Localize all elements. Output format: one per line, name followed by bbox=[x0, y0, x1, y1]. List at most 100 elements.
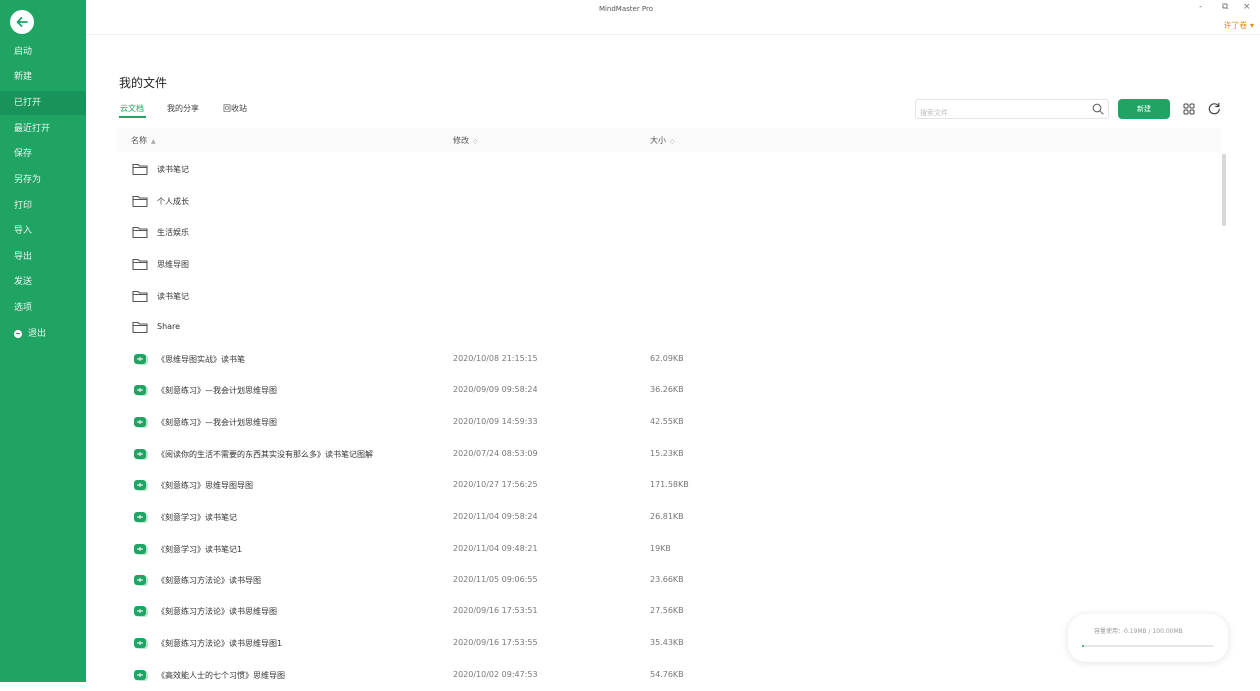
row-date: 2020/07/24 08:53:09 bbox=[453, 449, 538, 458]
refresh-icon[interactable] bbox=[1208, 102, 1221, 115]
row-size: 35.43KB bbox=[650, 638, 684, 647]
restore-button[interactable]: ⧉ bbox=[1222, 2, 1228, 12]
sidebar-item-label: 导入 bbox=[14, 226, 33, 236]
sidebar-item-export[interactable]: 导出 bbox=[0, 245, 86, 269]
search-input[interactable] bbox=[916, 103, 1082, 123]
row-name: 《刻意练习方法论》读书思维导图1 bbox=[157, 639, 283, 648]
sidebar-item-label: 导出 bbox=[14, 252, 33, 262]
table-row[interactable]: 读书笔记 bbox=[117, 281, 1221, 312]
row-name: 个人成长 bbox=[157, 197, 189, 206]
sidebar-item-label: 退出 bbox=[28, 329, 47, 339]
table-row[interactable]: 读书笔记 bbox=[117, 154, 1221, 185]
sidebar-item-exit[interactable]: 退出 bbox=[0, 322, 86, 346]
sidebar-item-label: 保存 bbox=[14, 149, 33, 159]
table-row[interactable]: 《高效能人士的七个习惯》思维导图 2020/10/02 09:47:53 54.… bbox=[117, 660, 1221, 691]
sidebar-item-label: 发送 bbox=[14, 277, 33, 287]
sort-asc-icon: ▲ bbox=[151, 138, 156, 145]
tab-cloud-docs[interactable]: 云文档 bbox=[120, 103, 144, 114]
mindmap-file-icon bbox=[134, 575, 148, 586]
row-name: 《刻意学习》读书笔记 bbox=[157, 513, 237, 522]
search-icon[interactable] bbox=[1092, 103, 1104, 115]
mindmap-file-icon bbox=[134, 670, 148, 681]
mindmap-file-icon bbox=[134, 449, 148, 460]
sidebar-item-save[interactable]: 保存 bbox=[0, 142, 86, 166]
sidebar-item-new[interactable]: 新建 bbox=[0, 65, 86, 89]
folder-icon bbox=[132, 290, 148, 303]
table-row[interactable]: 生活娱乐 bbox=[117, 217, 1221, 248]
table-row[interactable]: 《刻意练习》—我会计划思维导图 2020/09/09 09:58:24 36.2… bbox=[117, 375, 1221, 406]
sidebar-item-label: 另存为 bbox=[14, 175, 42, 185]
table-row[interactable]: 《刻意学习》读书笔记1 2020/11/04 09:48:21 19KB bbox=[117, 534, 1221, 565]
sidebar-item-print[interactable]: 打印 bbox=[0, 194, 86, 218]
sidebar-item-start[interactable]: 启动 bbox=[0, 40, 86, 64]
minimize-button[interactable]: - bbox=[1199, 2, 1202, 12]
table-row[interactable]: 《刻意练习方法论》读书思维导图1 2020/09/16 17:53:55 35.… bbox=[117, 628, 1221, 659]
row-size: 54.76KB bbox=[650, 670, 684, 679]
row-name: 《刻意练习方法论》读书导图 bbox=[157, 576, 261, 585]
mindmap-file-icon bbox=[134, 480, 148, 491]
mindmap-file-icon bbox=[134, 385, 148, 396]
row-size: 23.66KB bbox=[650, 575, 684, 584]
column-header-size[interactable]: 大小 ◇ bbox=[650, 135, 675, 146]
sidebar-item-send[interactable]: 发送 bbox=[0, 270, 86, 294]
storage-progress-bar bbox=[1082, 645, 1214, 647]
row-name: 读书笔记 bbox=[157, 165, 189, 174]
table-row[interactable]: 《刻意练习方法论》读书思维导图 2020/09/16 17:53:51 27.5… bbox=[117, 596, 1221, 627]
table-row[interactable]: 《思维导图实战》读书笔 2020/10/08 21:15:15 62.09KB bbox=[117, 344, 1221, 375]
row-date: 2020/11/04 09:58:24 bbox=[453, 512, 538, 521]
folder-icon bbox=[132, 163, 148, 176]
row-name: 思维导图 bbox=[157, 260, 189, 269]
sidebar-item-recent[interactable]: 最近打开 bbox=[0, 117, 86, 141]
sidebar-item-import[interactable]: 导入 bbox=[0, 219, 86, 243]
table-row[interactable]: 个人成长 bbox=[117, 186, 1221, 217]
new-button[interactable]: 新建 bbox=[1118, 99, 1170, 119]
folder-icon bbox=[132, 195, 148, 208]
page-title: 我的文件 bbox=[119, 76, 168, 90]
row-size: 27.56KB bbox=[650, 606, 684, 615]
table-row[interactable]: 思维导图 bbox=[117, 249, 1221, 280]
sidebar-item-label: 启动 bbox=[14, 47, 33, 57]
mindmap-file-icon bbox=[134, 544, 148, 555]
sidebar-item-label: 已打开 bbox=[14, 98, 42, 108]
row-date: 2020/11/05 09:06:55 bbox=[453, 575, 538, 584]
row-name: 《思维导图实战》读书笔 bbox=[157, 355, 245, 364]
mindmap-file-icon bbox=[134, 354, 148, 365]
row-date: 2020/11/04 09:48:21 bbox=[453, 544, 538, 553]
table-row[interactable]: Share bbox=[117, 312, 1221, 343]
row-size: 42.55KB bbox=[650, 417, 684, 426]
table-row[interactable]: 《刻意练习》—我会计划思维导图 2020/10/09 14:59:33 42.5… bbox=[117, 407, 1221, 438]
sidebar-item-opened[interactable]: 已打开 bbox=[0, 91, 86, 115]
folder-icon bbox=[132, 226, 148, 239]
search-box bbox=[915, 99, 1109, 123]
close-button[interactable]: × bbox=[1243, 2, 1251, 12]
table-row[interactable]: 《阅读你的生活不需要的东西其实没有那么多》读书笔记图解 2020/07/24 0… bbox=[117, 439, 1221, 470]
table-row[interactable]: 《刻意练习》思维导图导图 2020/10/27 17:56:25 171.58K… bbox=[117, 470, 1221, 501]
scrollbar-track[interactable] bbox=[1222, 152, 1226, 682]
sidebar: 启动 新建 已打开 最近打开 保存 另存为 打印 导入 导出 发送 选项 退出 bbox=[0, 0, 86, 682]
sidebar-item-save-as[interactable]: 另存为 bbox=[0, 168, 86, 192]
table-header: 名称 ▲ 修改 ◇ 大小 ◇ bbox=[117, 128, 1221, 152]
storage-usage-label: 容量使用：0.19MB / 100.00MB bbox=[1094, 628, 1183, 635]
row-date: 2020/09/16 17:53:51 bbox=[453, 606, 538, 615]
tab-recycle-bin[interactable]: 回收站 bbox=[223, 103, 247, 114]
sidebar-item-options[interactable]: 选项 bbox=[0, 296, 86, 320]
row-name: 《刻意练习》思维导图导图 bbox=[157, 481, 253, 490]
scrollbar-thumb[interactable] bbox=[1222, 154, 1226, 226]
folder-icon bbox=[132, 258, 148, 271]
table-row[interactable]: 《刻意练习方法论》读书导图 2020/11/05 09:06:55 23.66K… bbox=[117, 565, 1221, 596]
arrow-left-icon bbox=[16, 17, 28, 27]
active-tab-indicator bbox=[119, 116, 146, 118]
row-date: 2020/10/08 21:15:15 bbox=[453, 354, 538, 363]
mindmap-file-icon bbox=[134, 512, 148, 523]
user-menu[interactable]: 许了卷 ▾ bbox=[1223, 20, 1254, 31]
row-date: 2020/09/16 17:53:55 bbox=[453, 638, 538, 647]
tab-my-shares[interactable]: 我的分享 bbox=[167, 103, 199, 114]
row-size: 19KB bbox=[650, 544, 671, 553]
back-button[interactable] bbox=[10, 10, 34, 34]
row-name: 《阅读你的生活不需要的东西其实没有那么多》读书笔记图解 bbox=[157, 450, 373, 459]
column-header-date[interactable]: 修改 ◇ bbox=[453, 135, 478, 146]
table-row[interactable]: 《刻意学习》读书笔记 2020/11/04 09:58:24 26.81KB bbox=[117, 502, 1221, 533]
sidebar-item-label: 最近打开 bbox=[14, 124, 51, 134]
column-header-name[interactable]: 名称 ▲ bbox=[131, 135, 156, 146]
grid-view-icon[interactable] bbox=[1183, 103, 1195, 115]
